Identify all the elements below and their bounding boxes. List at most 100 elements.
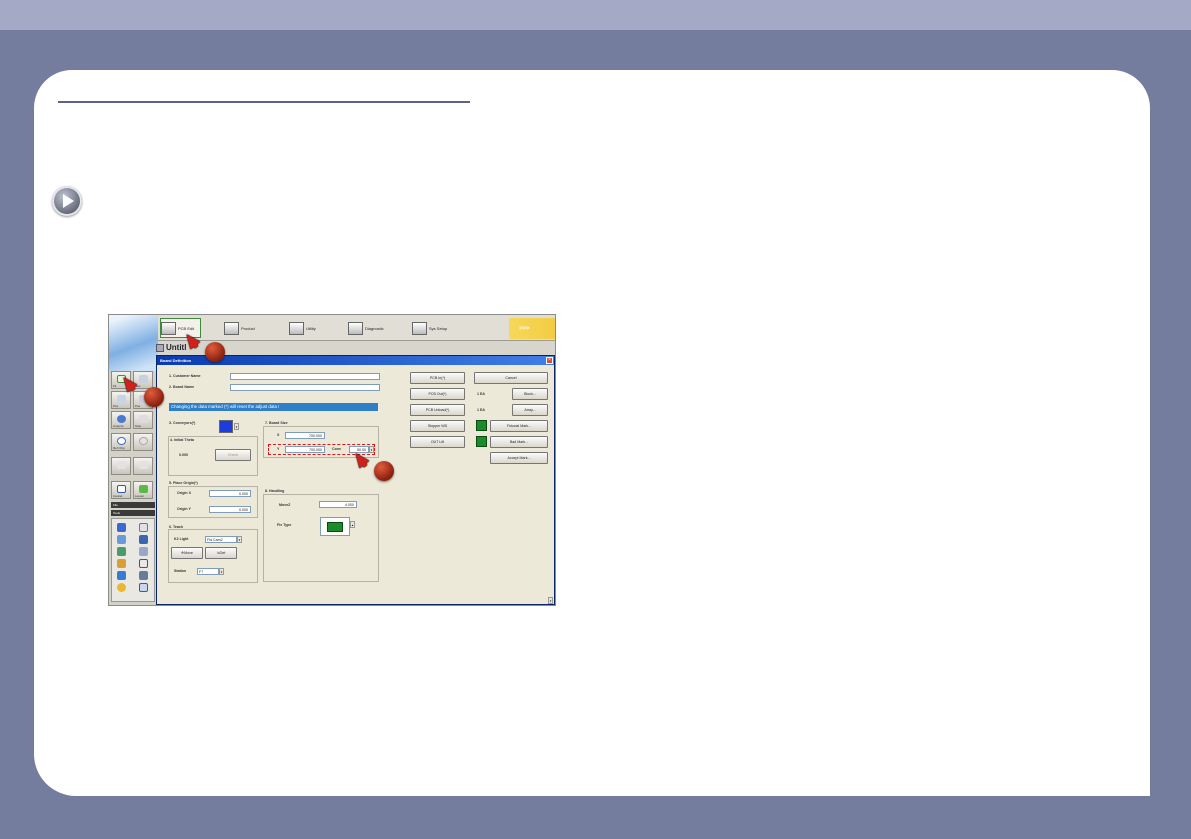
board-size-y-label: Y — [277, 447, 280, 451]
tab-sys-setup[interactable]: Sys Setup — [412, 318, 447, 338]
chevron-down-icon[interactable]: ▾ — [237, 536, 242, 543]
tool-chart-icon[interactable] — [117, 571, 126, 580]
origin-y-input[interactable]: 0.000 — [209, 506, 251, 513]
fix-type-selector[interactable] — [320, 517, 350, 536]
tool-calendar-icon[interactable] — [139, 523, 148, 532]
move-z-label: MoveZ — [279, 503, 291, 507]
tool-arrows-icon[interactable] — [117, 547, 126, 556]
scroll-down-icon[interactable]: ▾ — [548, 597, 553, 604]
sidebar-blank-button[interactable] — [111, 457, 131, 475]
tab-label: Sys Setup — [429, 325, 448, 331]
conveyors-label: 3. Conveyors(*) — [169, 421, 196, 425]
cancel-button[interactable]: Cancel — [474, 372, 548, 384]
tool-trash-icon[interactable] — [139, 559, 148, 568]
sidebar-pos-button[interactable]: Pos — [111, 391, 131, 409]
step-marker-icon — [374, 461, 394, 481]
chevron-down-icon[interactable]: ▴ — [350, 521, 355, 528]
place-origin-label: 5. Place Origin(*) — [169, 481, 198, 485]
tool-pin-icon[interactable] — [117, 535, 126, 544]
array-button[interactable]: Array... — [512, 404, 548, 416]
tab-product[interactable]: Product — [224, 318, 255, 338]
sidebar-cancel-button[interactable]: Cancel — [111, 481, 131, 499]
chevron-down-icon[interactable]: ▾ — [219, 568, 224, 575]
product-icon — [224, 321, 239, 335]
tab-diagnostic[interactable]: Diagnostic — [348, 318, 384, 338]
bad-mark-button[interactable]: Bad Mark... — [490, 436, 548, 448]
check-button[interactable]: Check — [215, 449, 251, 461]
tool-book-icon[interactable] — [139, 583, 148, 592]
stop-icon — [139, 415, 148, 423]
tool-wave-icon[interactable] — [139, 547, 148, 556]
sidebar-file-header[interactable]: File — [111, 502, 155, 508]
play-circle-icon[interactable] — [52, 186, 82, 216]
pcb-unload-button[interactable]: PCB Unload(*) — [410, 404, 465, 416]
cancel-icon — [117, 485, 126, 493]
board-size-label: 7. Board Size — [265, 421, 288, 425]
sidebar-tools-header[interactable]: Tools — [111, 510, 155, 516]
sidebar-zoom-button[interactable] — [133, 433, 153, 451]
close-icon[interactable]: × — [546, 357, 553, 364]
sidebar-nav-button[interactable]: Nav — [133, 371, 153, 389]
sidebar-analyze-button[interactable]: Analyze — [111, 411, 131, 429]
sidebar-ref-chip-button[interactable]: Ref Chip — [111, 433, 131, 451]
pcb-in-button[interactable]: PCB In(*) — [410, 372, 465, 384]
tool-folder-icon[interactable] — [117, 559, 126, 568]
customer-name-input[interactable] — [230, 373, 380, 380]
app-screenshot: PCB Edit Product Utility Diagnostic Sys … — [108, 314, 556, 606]
get-button[interactable]: ⇲ Get — [205, 547, 237, 559]
conveyor-selector[interactable] — [219, 420, 233, 433]
analyze-icon — [117, 415, 126, 423]
station-select[interactable]: F7 — [197, 568, 219, 575]
out-lift-button[interactable]: OUT Lift — [410, 436, 465, 448]
sidebar-blank2-button[interactable] — [133, 457, 153, 475]
light-label: K2 Light — [174, 537, 189, 541]
reset-warning: Changing the data marked (*) will reset … — [169, 403, 378, 411]
board-size-y-input[interactable]: 700.000 — [285, 446, 325, 453]
sidebar-label: Ref Chip — [113, 446, 125, 450]
tool-bulb-icon[interactable] — [117, 583, 126, 592]
sidebar-layout-button[interactable]: Layout — [133, 481, 153, 499]
initial-theta-label: 4. Initial Theta — [170, 438, 194, 442]
diagnostic-icon — [348, 321, 363, 335]
array-count: 1 EA — [477, 408, 485, 412]
title-underline — [58, 101, 470, 103]
board-name-input[interactable] — [230, 384, 380, 391]
move-z-input[interactable]: 4.000 — [319, 501, 357, 508]
tab-label: PCB Edit — [178, 325, 195, 331]
light-select[interactable]: Fid Cam2 — [205, 536, 237, 543]
tools-palette — [111, 518, 155, 602]
fixture-icon — [327, 522, 343, 532]
sidebar-label: Analyze — [113, 424, 124, 428]
sidebar-stop-button[interactable]: Stop — [133, 411, 153, 429]
stopper-wd-button[interactable]: Stopper WD — [410, 420, 465, 432]
tool-person-icon[interactable] — [139, 535, 148, 544]
chevron-down-icon[interactable]: ▾ — [369, 446, 374, 453]
utility-icon — [289, 321, 304, 335]
document-icon — [156, 343, 164, 352]
disabled-icon — [139, 461, 148, 469]
tab-utility[interactable]: Utility — [289, 318, 316, 338]
chevron-down-icon[interactable]: ▾ — [234, 423, 239, 430]
customer-name-label: 1. Customer Name — [169, 374, 201, 378]
frame-right-edge — [1150, 100, 1191, 839]
position-icon — [117, 395, 126, 403]
status-indicator: >>> IDLE — [509, 318, 555, 339]
block-count: 1 EA — [477, 392, 485, 396]
bad-mark-status-indicator — [476, 436, 487, 447]
sidebar-label: Pos — [113, 404, 119, 408]
step-marker-icon — [205, 342, 225, 362]
tool-home-icon[interactable] — [117, 523, 126, 532]
initial-theta-value: 0.000 — [179, 453, 188, 457]
board-size-x-input[interactable]: 700.000 — [285, 432, 325, 439]
block-button[interactable]: Block... — [512, 388, 548, 400]
fix-type-label: Fix Type — [277, 523, 292, 527]
move-button[interactable]: ✣ Move — [171, 547, 203, 559]
accept-mark-button[interactable]: Accept Mark... — [490, 452, 548, 464]
pcb-out-button[interactable]: PCB Out(*) — [410, 388, 465, 400]
fiducial-mark-button[interactable]: Fiducial Mark... — [490, 420, 548, 432]
ref-chip-icon — [117, 437, 126, 445]
main-tab-bar: PCB Edit Product Utility Diagnostic Sys … — [158, 315, 555, 341]
origin-x-input[interactable]: 0.000 — [209, 490, 251, 497]
top-strip — [0, 0, 1191, 30]
tool-stack-icon[interactable] — [139, 571, 148, 580]
